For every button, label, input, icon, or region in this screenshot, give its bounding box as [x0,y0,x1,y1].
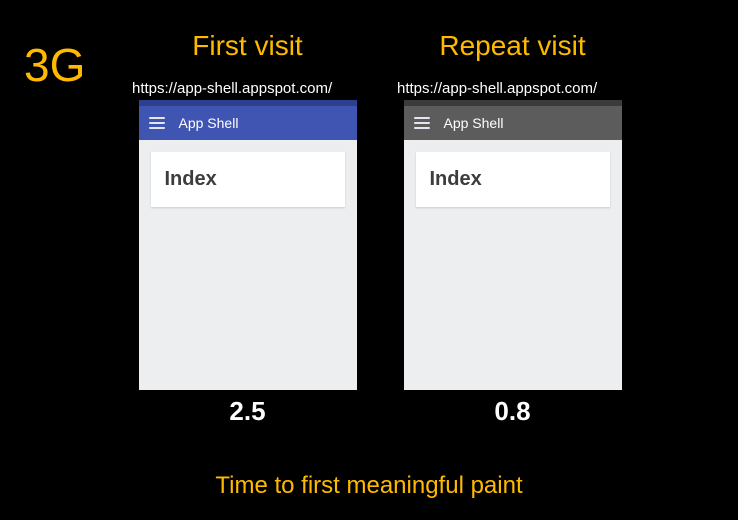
toolbar-title: App Shell [444,115,504,131]
repeat-visit-screenshot: App Shell Index [404,100,622,390]
repeat-visit-heading: Repeat visit [439,30,585,62]
repeat-visit-url: https://app-shell.appspot.com/ [395,80,630,97]
network-type-label: 3G [24,38,85,92]
app-content: Index [404,140,622,390]
first-visit-timing: 2.5 [229,396,265,427]
first-visit-column: First visit https://app-shell.appspot.co… [130,30,365,427]
content-card: Index [416,152,610,207]
hamburger-icon[interactable] [149,117,165,129]
hamburger-icon[interactable] [414,117,430,129]
first-visit-url: https://app-shell.appspot.com/ [130,80,365,97]
repeat-visit-timing: 0.8 [494,396,530,427]
first-visit-screenshot: App Shell Index [139,100,357,390]
card-title: Index [165,168,331,191]
app-toolbar: App Shell [139,106,357,140]
content-card: Index [151,152,345,207]
toolbar-title: App Shell [179,115,239,131]
metric-caption: Time to first meaningful paint [0,472,738,500]
card-title: Index [430,168,596,191]
first-visit-heading: First visit [192,30,302,62]
app-content: Index [139,140,357,390]
app-toolbar: App Shell [404,106,622,140]
repeat-visit-column: Repeat visit https://app-shell.appspot.c… [395,30,630,427]
comparison-columns: First visit https://app-shell.appspot.co… [130,30,630,427]
